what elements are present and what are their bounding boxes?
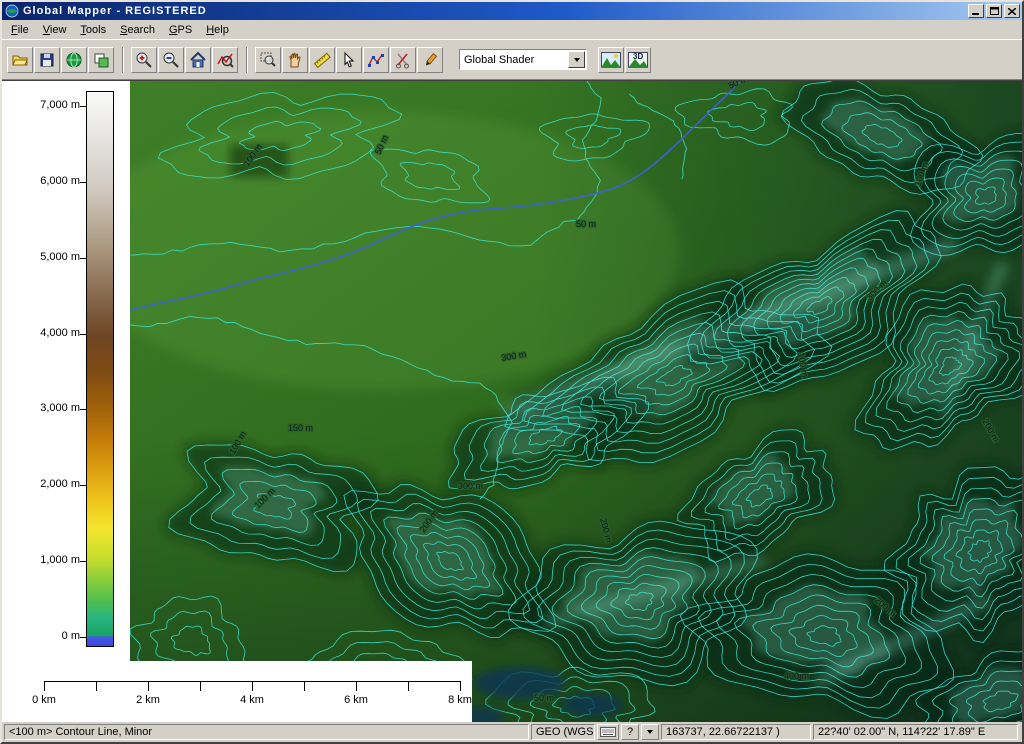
- digitizer-tool-button[interactable]: [390, 47, 416, 73]
- toolbar-group-file: [6, 46, 116, 74]
- path-profile-tool-button[interactable]: [363, 47, 389, 73]
- map-viewport[interactable]: 100 m50 m50 m50 m300 m150 m100 m100 m300…: [130, 81, 1022, 722]
- status-latlon: 22?40' 02.00" N, 114?22' 17.89" E: [813, 724, 1018, 740]
- menu-view[interactable]: View: [36, 21, 74, 39]
- legend-tick: [80, 258, 86, 259]
- save-button[interactable]: [34, 47, 60, 73]
- zoom-out-button[interactable]: [158, 47, 184, 73]
- globe-workspace-button[interactable]: [61, 47, 87, 73]
- home-full-extent-button[interactable]: [185, 47, 211, 73]
- elevation-color-bar: [86, 91, 114, 647]
- global-mapper-window: Global Mapper - REGISTERED File View Too…: [0, 0, 1024, 744]
- scale-bar-tick: [304, 681, 305, 691]
- legend-label: 5,000 m: [40, 251, 80, 263]
- scale-bar-tick: [200, 681, 201, 691]
- legend-tick: [80, 334, 86, 335]
- help-button[interactable]: ?: [621, 724, 639, 740]
- toolbar-separator: [246, 47, 248, 73]
- scale-bar: 0 km2 km4 km6 km8 km: [32, 661, 472, 722]
- scale-bar-label: 0 km: [22, 694, 66, 706]
- status-projection: GEO (WGS8: [531, 724, 595, 740]
- legend-label: 1,000 m: [40, 554, 80, 566]
- legend-tick: [80, 637, 86, 638]
- contour-label: 50 m: [534, 693, 554, 703]
- window-title: Global Mapper - REGISTERED: [23, 5, 966, 17]
- map-workspace: 100 m50 m50 m50 m300 m150 m100 m100 m300…: [2, 80, 1022, 722]
- legend-label: 7,000 m: [40, 99, 80, 111]
- view-3d-label: 3D: [633, 52, 643, 61]
- legend-tick: [80, 561, 86, 562]
- maximize-button[interactable]: [986, 4, 1002, 18]
- legend-tick: [80, 485, 86, 486]
- menu-bar: File View Tools Search GPS Help: [2, 20, 1022, 40]
- view-3d-button[interactable]: 3D: [625, 47, 651, 73]
- toolbar-group-zoom: [130, 46, 240, 74]
- scale-bar-tick: [460, 681, 461, 691]
- legend-tick: [80, 182, 86, 183]
- contour-label: 150 m: [288, 423, 313, 433]
- hillshade-toggle-button[interactable]: [598, 47, 624, 73]
- toolbar: Global Shader 3D: [2, 40, 1022, 80]
- chevron-down-icon[interactable]: [568, 51, 585, 68]
- contour-label: 300 m: [458, 481, 483, 491]
- menu-file[interactable]: File: [4, 21, 36, 39]
- status-dropdown-arrow[interactable]: [641, 724, 659, 740]
- open-file-button[interactable]: [7, 47, 33, 73]
- keyboard-icon[interactable]: [597, 724, 619, 740]
- shader-select-value: Global Shader: [460, 54, 568, 66]
- menu-tools[interactable]: Tools: [73, 21, 113, 39]
- scale-bar-label: 4 km: [230, 694, 274, 706]
- zoom-to-scale-button[interactable]: [212, 47, 238, 73]
- app-icon: [4, 4, 20, 18]
- legend-label: 2,000 m: [40, 478, 80, 490]
- legend-tick: [80, 409, 86, 410]
- select-tool-button[interactable]: [336, 47, 362, 73]
- legend-label: 6,000 m: [40, 175, 80, 187]
- scale-bar-label: 8 km: [438, 694, 482, 706]
- scale-bar-tick: [252, 681, 253, 691]
- scale-bar-label: 6 km: [334, 694, 378, 706]
- measure-tool-button[interactable]: [309, 47, 335, 73]
- toolbar-group-tools: [254, 46, 445, 74]
- zoom-in-button[interactable]: [131, 47, 157, 73]
- legend-label: 3,000 m: [40, 402, 80, 414]
- scale-bar-tick: [356, 681, 357, 691]
- scale-bar-tick: [96, 681, 97, 691]
- scale-bar-tick: [148, 681, 149, 691]
- status-cursor-coords: 163737, 22.66722137 ): [661, 724, 811, 740]
- menu-search[interactable]: Search: [113, 21, 162, 39]
- status-feature-info: <100 m> Contour Line, Minor: [4, 724, 529, 740]
- toolbar-separator: [122, 47, 124, 73]
- status-bar: <100 m> Contour Line, Minor GEO (WGS8 ? …: [2, 722, 1022, 742]
- pan-tool-button[interactable]: [282, 47, 308, 73]
- contour-label: 400 m: [784, 671, 809, 681]
- overlay-control-button[interactable]: [88, 47, 114, 73]
- scale-bar-tick: [44, 681, 45, 691]
- close-button[interactable]: [1004, 4, 1020, 18]
- contour-label: 50 m: [576, 219, 596, 229]
- toolbar-group-3d: 3D: [597, 46, 653, 74]
- scale-bar-label: 2 km: [126, 694, 170, 706]
- minimize-button[interactable]: [968, 4, 984, 18]
- zoom-tool-button[interactable]: [255, 47, 281, 73]
- shader-select[interactable]: Global Shader: [459, 49, 587, 70]
- legend-label: 4,000 m: [40, 327, 80, 339]
- menu-help[interactable]: Help: [199, 21, 236, 39]
- legend-tick: [80, 106, 86, 107]
- title-bar[interactable]: Global Mapper - REGISTERED: [2, 2, 1022, 20]
- legend-label: 0 m: [62, 630, 80, 642]
- elevation-legend: 7,000 m 6,000 m 5,000 m 4,000 m 3,000 m 2,000…: [2, 81, 130, 722]
- menu-gps[interactable]: GPS: [162, 21, 199, 39]
- feature-info-pen-button[interactable]: [417, 47, 443, 73]
- scale-bar-tick: [408, 681, 409, 691]
